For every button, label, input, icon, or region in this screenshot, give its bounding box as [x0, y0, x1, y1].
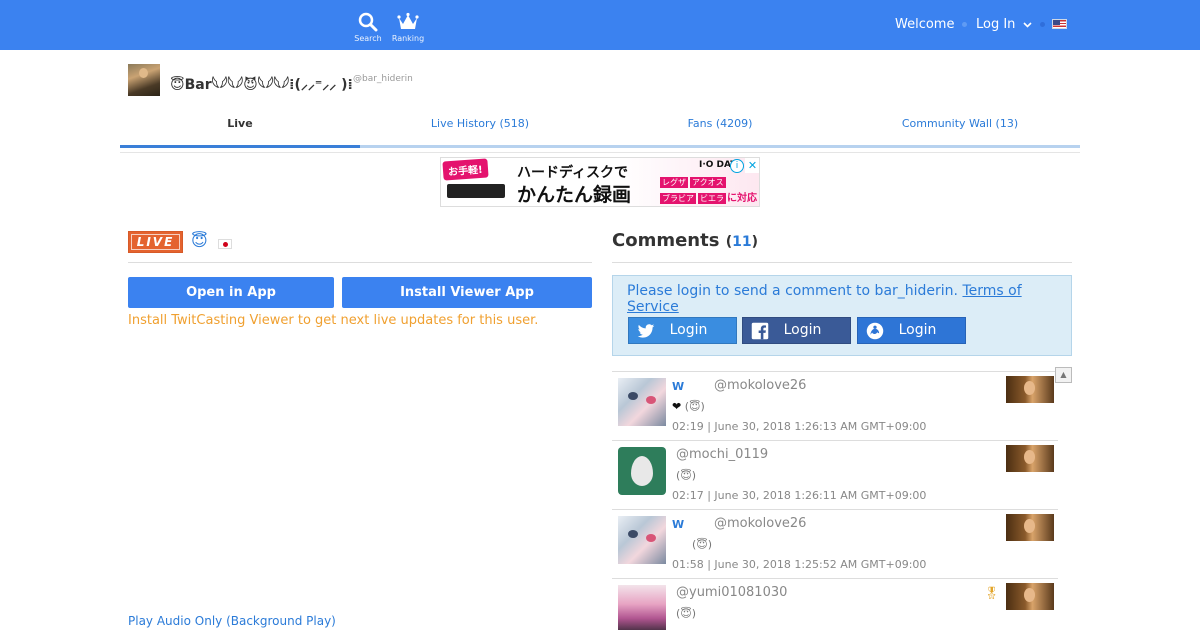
twitter-login-label: Login — [669, 322, 708, 338]
profile-tabs: Live Live History (518) Fans (4209) Comm… — [120, 112, 1080, 148]
live-badge: LIVE — [128, 231, 183, 253]
top-nav-bar: Search Ranking Welcome Log In — [0, 0, 1200, 50]
chevron-down-icon — [1023, 22, 1032, 28]
login-message: Please login to send a comment to bar_hi… — [627, 283, 1047, 315]
broadcaster-name[interactable]: 😇Bar𓆩𓆪𓆩𓆪😈𓆩𓆪𓆩𓆪⁞(⸝⸝⁼⸝⸝ )⁞ — [170, 70, 353, 94]
ad-headline: ハードディスクで — [517, 165, 629, 181]
commenter-handle[interactable]: @mochi_0119 — [676, 447, 768, 462]
comment-item: W @mokolove26 (😇) 01:58 | June 30, 2018 … — [612, 510, 1058, 579]
ad-subheadline: かんたん録画 — [517, 184, 632, 206]
tab-live[interactable]: Live — [120, 112, 360, 148]
broadcaster-thumbnail — [1006, 376, 1054, 403]
nav-separator-dot — [962, 22, 967, 27]
login-prompt: Please login to send a comment to bar_hi… — [627, 283, 959, 299]
heart-icon: ❤ — [672, 400, 682, 413]
divider — [120, 152, 1080, 153]
tab-fans[interactable]: Fans (4209) — [600, 112, 840, 148]
ad-tag: アクオス — [690, 177, 726, 188]
divider — [612, 262, 1072, 263]
comments-count: 11 — [732, 234, 752, 250]
ad-tag-suffix: に対応 — [727, 193, 757, 204]
commenter-handle[interactable]: @mokolove26 — [714, 516, 806, 531]
divider — [128, 262, 592, 263]
comment-item: W @mokolove26 ❤ (😇) 02:19 | June 30, 201… — [612, 372, 1058, 441]
comment-text: (😇) — [676, 607, 697, 620]
comment-item: @mochi_0119 (😇) 02:17 | June 30, 2018 1:… — [612, 441, 1058, 510]
comment-timestamp: 02:19 | June 30, 2018 1:26:13 AM GMT+09:… — [672, 420, 927, 433]
play-audio-only-link[interactable]: Play Audio Only (Background Play) — [128, 614, 336, 628]
commenter-display-name[interactable]: W — [672, 518, 684, 531]
commenter-avatar[interactable] — [618, 378, 666, 426]
ad-tag: レグザ — [660, 177, 688, 188]
tab-community-wall[interactable]: Community Wall (13) — [840, 112, 1080, 148]
broadcaster-thumbnail — [1006, 514, 1054, 541]
comment-text-body: (😇) — [684, 400, 705, 413]
ad-badge: お手軽! — [442, 158, 489, 181]
search-nav-button[interactable]: Search — [348, 12, 388, 43]
ad-tag: ビエラ — [698, 193, 726, 204]
halo-emoji-icon: 😇 — [191, 231, 208, 250]
tab-active-indicator — [120, 145, 360, 148]
ranking-nav-button[interactable]: Ranking — [388, 12, 428, 43]
count-close-paren: ) — [751, 234, 759, 250]
tab-live-history[interactable]: Live History (518) — [360, 112, 600, 148]
comments-heading: Comments (11) — [612, 230, 758, 251]
comment-text: (😇) — [692, 538, 713, 551]
ranking-nav-label: Ranking — [391, 34, 425, 43]
medal-icon: 🎖 — [984, 586, 1000, 600]
commenter-handle[interactable]: @yumi01081030 — [676, 585, 787, 600]
twitter-login-button[interactable]: Login — [628, 317, 737, 344]
comment-login-box: Please login to send a comment to bar_hi… — [612, 275, 1072, 356]
broadcaster-thumbnail — [1006, 445, 1054, 472]
twitcasting-login-button[interactable]: Login — [857, 317, 966, 344]
login-dropdown[interactable]: Log In — [976, 17, 1032, 32]
comment-timestamp: 01:58 | June 30, 2018 1:25:52 AM GMT+09:… — [672, 558, 927, 571]
comment-text: (😇) — [676, 469, 697, 482]
broadcaster-avatar[interactable] — [128, 64, 160, 96]
search-icon — [358, 12, 378, 32]
twitcasting-login-label: Login — [898, 322, 937, 338]
comments-title: Comments — [612, 230, 720, 251]
crown-icon — [397, 12, 419, 29]
commenter-handle[interactable]: @mokolove26 — [714, 378, 806, 393]
ad-compatible-tags: レグザ アクオスブラビア ビエラ に対応 — [659, 176, 759, 205]
language-flag-us-icon[interactable] — [1052, 19, 1067, 29]
facebook-login-label: Login — [783, 322, 822, 338]
install-viewer-app-button[interactable]: Install Viewer App — [342, 277, 592, 308]
commenter-avatar[interactable] — [618, 447, 666, 495]
ad-info-icon[interactable]: i — [730, 159, 744, 173]
login-label: Log In — [976, 17, 1016, 32]
comment-text: ❤ (😇) — [672, 400, 705, 413]
ad-close-icon[interactable]: ✕ — [745, 158, 759, 173]
comment-item: @yumi01081030 (😇) 🎖 — [612, 579, 1058, 630]
comment-timestamp: 02:17 | June 30, 2018 1:26:11 AM GMT+09:… — [672, 489, 927, 502]
hard-disk-image — [447, 184, 505, 198]
ad-tag: ブラビア — [660, 193, 696, 204]
welcome-link[interactable]: Welcome — [895, 17, 954, 32]
commenter-display-name[interactable]: W — [672, 380, 684, 393]
nav-separator-dot — [1040, 22, 1045, 27]
commenter-avatar[interactable] — [618, 585, 666, 630]
facebook-login-button[interactable]: Login — [742, 317, 851, 344]
broadcaster-thumbnail — [1006, 583, 1054, 610]
ad-banner[interactable]: お手軽! ハードディスクで かんたん録画 I·O DATA レグザ アクオスブラビ… — [440, 157, 760, 207]
commenter-avatar[interactable] — [618, 516, 666, 564]
install-note: Install TwitCasting Viewer to get next l… — [128, 313, 539, 328]
open-in-app-button[interactable]: Open in App — [128, 277, 334, 308]
search-nav-label: Search — [354, 34, 382, 43]
japan-flag-icon — [218, 239, 232, 249]
broadcaster-handle: @bar_hiderin — [353, 74, 413, 84]
